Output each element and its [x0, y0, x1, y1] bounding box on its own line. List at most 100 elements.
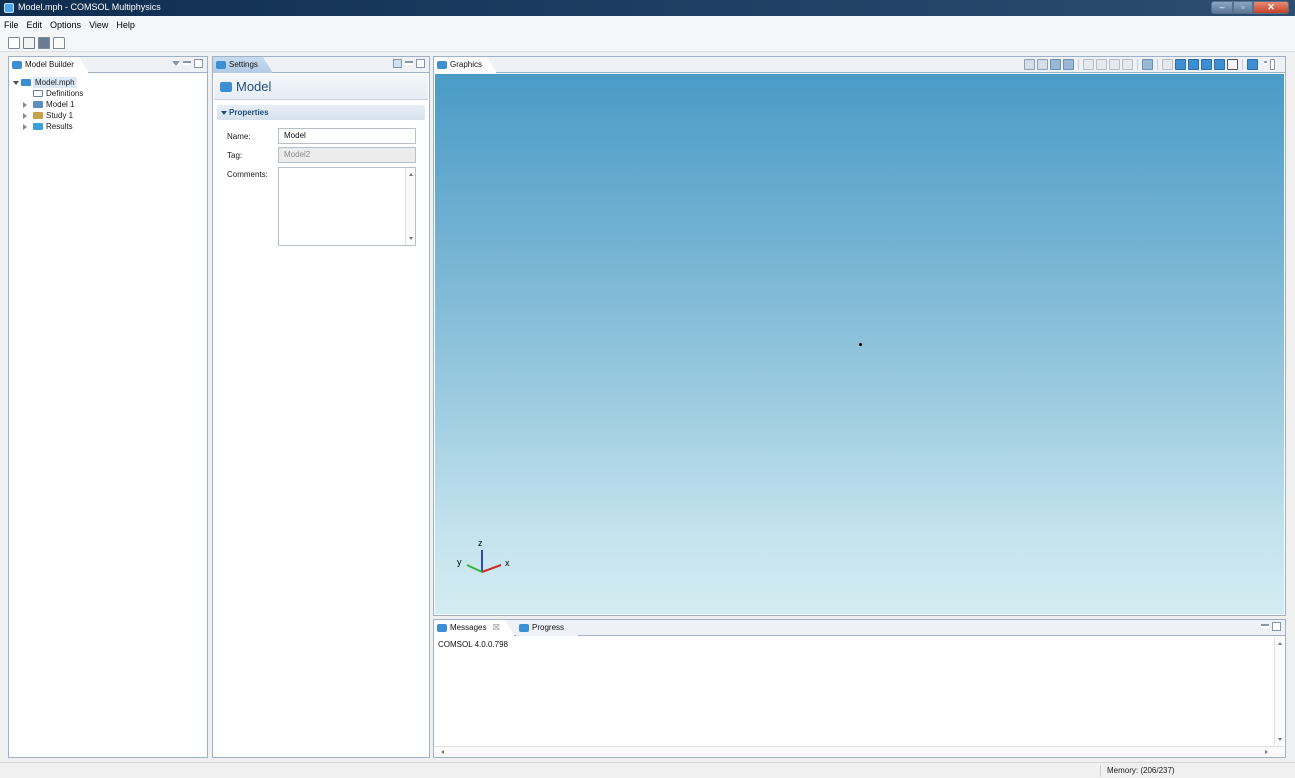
zoom-box-icon[interactable] [1050, 59, 1061, 70]
tree-item-study-1[interactable]: Study 1 [13, 110, 163, 121]
settings-icon [216, 61, 226, 69]
wireframe-icon[interactable] [1175, 59, 1186, 70]
messages-controls [1261, 622, 1281, 631]
transparency-icon[interactable] [1162, 59, 1173, 70]
tab-model-builder[interactable]: Model Builder [9, 57, 89, 73]
graphics-canvas[interactable]: z x y [435, 74, 1284, 614]
toolbar-separator [1078, 59, 1079, 70]
tab-graphics[interactable]: Graphics [434, 57, 497, 73]
toolbar-separator [1137, 59, 1138, 70]
menu-bar: File Edit Options View Help [0, 16, 1295, 34]
model-builder-icon [12, 61, 22, 69]
comments-label: Comments: [227, 170, 268, 179]
model-builder-tabstrip: Model Builder [9, 57, 207, 73]
render-icon[interactable] [1188, 59, 1199, 70]
origin-point [859, 343, 862, 346]
axis-triad: z x y [457, 538, 510, 573]
minimize-panel-icon[interactable] [1264, 61, 1267, 65]
new-icon[interactable] [8, 36, 20, 49]
study-icon [33, 112, 43, 119]
y-axis-label: y [457, 557, 462, 567]
scene-light-icon[interactable] [1201, 59, 1212, 70]
expand-icon[interactable] [13, 81, 19, 85]
minimize-panel-icon[interactable] [405, 61, 413, 65]
maximize-panel-icon[interactable] [1272, 622, 1281, 631]
y-axis [466, 564, 483, 573]
tree-item-definitions[interactable]: Definitions [13, 88, 163, 99]
graphics-toolbar [1024, 59, 1275, 70]
maximize-panel-icon[interactable] [1269, 59, 1275, 70]
tree-item-results[interactable]: Results [13, 121, 163, 132]
collapse-icon[interactable] [23, 124, 27, 130]
view-menu-icon[interactable] [172, 61, 180, 66]
collapse-icon[interactable] [23, 113, 27, 119]
tab-settings[interactable]: Settings [213, 57, 273, 73]
main-toolbar [0, 34, 1295, 52]
results-icon [33, 123, 43, 130]
tab-progress[interactable]: Progress [516, 620, 579, 636]
scroll-down-icon[interactable] [409, 237, 413, 240]
zoom-in-icon[interactable] [1024, 59, 1035, 70]
tree-item-model-1[interactable]: Model 1 [13, 99, 163, 110]
model-builder-controls [172, 59, 203, 68]
axes-toggle-icon[interactable] [1227, 59, 1238, 70]
scroll-up-icon[interactable] [409, 173, 413, 176]
messages-tabstrip: Messages ☒ Progress [434, 620, 1285, 636]
messages-panel: Messages ☒ Progress COMSOL 4.0.0.798 [433, 619, 1286, 758]
view-zx-icon[interactable] [1122, 59, 1133, 70]
settings-panel: Settings Model Properties Name: Model Ta… [212, 56, 430, 758]
menu-options[interactable]: Options [50, 20, 81, 30]
settings-title: Model [236, 79, 272, 94]
graphics-panel: Graphics z x y [433, 56, 1286, 616]
menu-edit[interactable]: Edit [27, 20, 43, 30]
maximize-panel-icon[interactable] [194, 59, 203, 68]
name-field[interactable]: Model [278, 128, 416, 144]
scroll-up-icon[interactable] [1278, 642, 1282, 645]
tree-item-model-mph[interactable]: Model.mph [13, 77, 163, 88]
comments-scrollbar[interactable] [405, 168, 415, 245]
x-axis-label: x [505, 558, 510, 568]
view-yz-icon[interactable] [1109, 59, 1120, 70]
minimize-button[interactable]: – [1211, 1, 1233, 14]
menu-view[interactable]: View [89, 20, 108, 30]
tab-messages[interactable]: Messages ☒ [434, 620, 515, 636]
scroll-right-icon[interactable] [1265, 750, 1268, 754]
maximize-panel-icon[interactable] [416, 59, 425, 68]
menu-file[interactable]: File [4, 20, 19, 30]
scroll-left-icon[interactable] [441, 750, 444, 754]
view-xy-icon[interactable] [1096, 59, 1107, 70]
minimize-panel-icon[interactable] [1261, 624, 1269, 628]
message-log: COMSOL 4.0.0.798 [438, 640, 508, 649]
print-icon[interactable] [53, 36, 65, 49]
image-snapshot-icon[interactable] [1247, 59, 1258, 70]
scroll-down-icon[interactable] [1278, 738, 1282, 741]
build-icon[interactable] [393, 59, 402, 68]
definitions-icon [33, 90, 43, 97]
zoom-out-icon[interactable] [1037, 59, 1048, 70]
close-button[interactable]: ✕ [1253, 1, 1289, 14]
properties-section[interactable]: Properties [217, 105, 425, 120]
section-collapse-icon [221, 111, 227, 115]
default-view-icon[interactable] [1083, 59, 1094, 70]
save-icon[interactable] [38, 36, 50, 49]
messages-vertical-scrollbar[interactable] [1274, 637, 1284, 746]
minimize-panel-icon[interactable] [183, 61, 191, 65]
name-label: Name: [227, 132, 251, 141]
toolbar-separator [1242, 59, 1243, 70]
comments-field[interactable] [278, 167, 416, 246]
collapse-icon[interactable] [23, 102, 27, 108]
select-box-icon[interactable] [1142, 59, 1153, 70]
messages-horizontal-scrollbar[interactable] [435, 746, 1284, 756]
model-icon [220, 82, 232, 92]
tag-label: Tag: [227, 151, 243, 160]
show-grid-icon[interactable] [1214, 59, 1225, 70]
graphics-tabstrip: Graphics [434, 57, 1285, 73]
menu-help[interactable]: Help [116, 20, 135, 30]
close-tab-icon[interactable]: ☒ [493, 623, 500, 632]
window-controls: – ▫ ✕ [1211, 1, 1289, 14]
open-icon[interactable] [23, 36, 35, 49]
3d-model-icon [33, 101, 43, 108]
maximize-button[interactable]: ▫ [1233, 1, 1253, 14]
zoom-extents-icon[interactable] [1063, 59, 1074, 70]
model-icon [21, 79, 31, 86]
